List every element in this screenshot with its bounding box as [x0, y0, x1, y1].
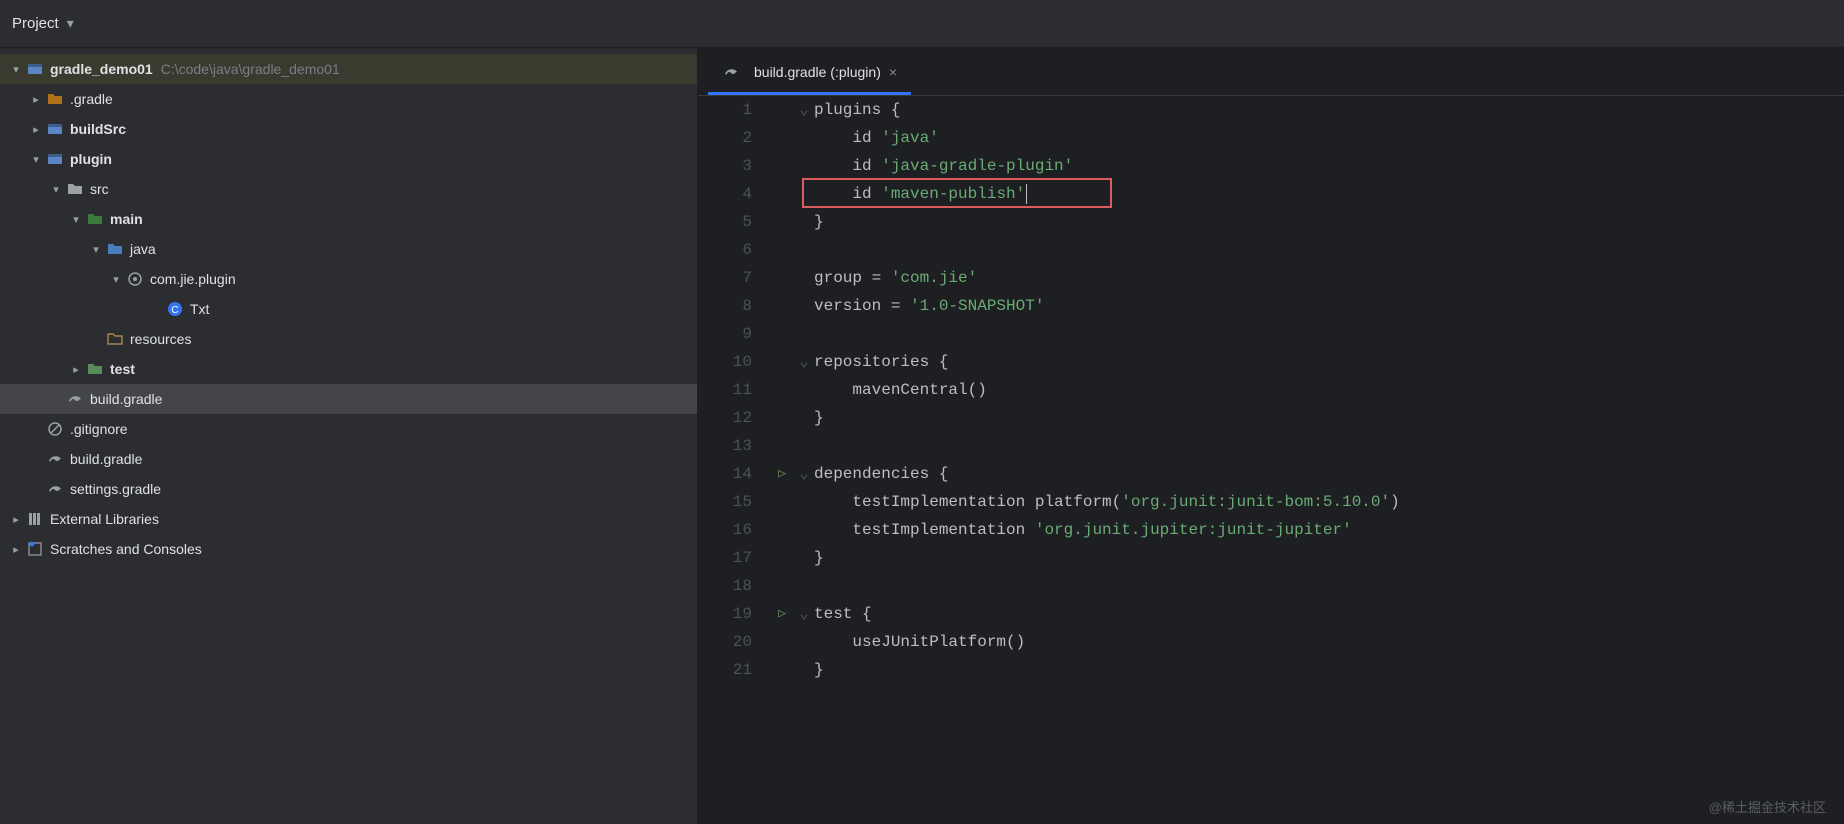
- tree-label: Scratches and Consoles: [50, 541, 202, 557]
- tab-label: build.gradle (:plugin): [754, 64, 881, 80]
- gradle-icon: [46, 480, 64, 498]
- code-editor[interactable]: 123456789101112131415161718192021 ▷▷ ⌄⌄⌄…: [698, 96, 1844, 824]
- package-icon: [126, 270, 144, 288]
- tree-label: main: [110, 211, 143, 227]
- module-icon: [26, 60, 44, 78]
- tree-item-java[interactable]: ▾ java: [0, 234, 697, 264]
- tree-label: com.jie.plugin: [150, 271, 236, 287]
- editor-pane: build.gradle (:plugin) × 123456789101112…: [698, 48, 1844, 824]
- tree-item-gradle-dir[interactable]: ▸ .gradle: [0, 84, 697, 114]
- editor-tab[interactable]: build.gradle (:plugin) ×: [708, 51, 911, 95]
- gitignore-icon: [46, 420, 64, 438]
- tree-item-package[interactable]: ▾ com.jie.plugin: [0, 264, 697, 294]
- code-content[interactable]: plugins { id 'java' id 'java-gradle-plug…: [810, 96, 1844, 824]
- chevron-right-icon[interactable]: ▸: [28, 123, 44, 136]
- tree-label: test: [110, 361, 135, 377]
- watermark: @稀土掘金技术社区: [1709, 797, 1826, 816]
- chevron-down-icon[interactable]: ▾: [108, 273, 124, 286]
- chevron-down-icon[interactable]: ▾: [48, 183, 64, 196]
- tree-root-path: C:\code\java\gradle_demo01: [161, 61, 340, 77]
- chevron-right-icon[interactable]: ▸: [8, 543, 24, 556]
- tree-item-main[interactable]: ▾ main: [0, 204, 697, 234]
- project-title-label: Project: [12, 15, 59, 32]
- chevron-right-icon[interactable]: ▸: [8, 513, 24, 526]
- library-icon: [26, 510, 44, 528]
- run-gutter[interactable]: ▷▷: [766, 96, 794, 824]
- tree-item-test[interactable]: ▸ test: [0, 354, 697, 384]
- tree-item-settings[interactable]: ▸ settings.gradle: [0, 474, 697, 504]
- tree-label: build.gradle: [90, 391, 162, 407]
- tree-label: Txt: [190, 301, 209, 317]
- folder-icon: [66, 180, 84, 198]
- editor-tab-bar: build.gradle (:plugin) ×: [698, 48, 1844, 96]
- tree-label: External Libraries: [50, 511, 159, 527]
- tree-item-root-build[interactable]: ▸ build.gradle: [0, 444, 697, 474]
- tree-label: src: [90, 181, 109, 197]
- tree-label: .gradle: [70, 91, 113, 107]
- resources-folder-icon: [106, 330, 124, 348]
- chevron-down-icon[interactable]: ▾: [68, 213, 84, 226]
- tree-item-src[interactable]: ▾ src: [0, 174, 697, 204]
- tree-item-class[interactable]: ▸ C Txt: [0, 294, 697, 324]
- tree-item-plugin[interactable]: ▾ plugin: [0, 144, 697, 174]
- tree-item-gitignore[interactable]: ▸ .gitignore: [0, 414, 697, 444]
- tree-label: settings.gradle: [70, 481, 161, 497]
- tree-label: buildSrc: [70, 121, 126, 137]
- tree-root[interactable]: ▾ gradle_demo01 C:\code\java\gradle_demo…: [0, 54, 697, 84]
- tree-label: resources: [130, 331, 191, 347]
- tree-label: build.gradle: [70, 451, 142, 467]
- tree-label: .gitignore: [70, 421, 128, 437]
- chevron-down-icon[interactable]: ▾: [28, 153, 44, 166]
- folder-icon: [46, 90, 64, 108]
- chevron-down-icon[interactable]: ▾: [88, 243, 104, 256]
- chevron-right-icon[interactable]: ▸: [68, 363, 84, 376]
- gradle-icon: [722, 63, 740, 81]
- chevron-down-icon[interactable]: ▾: [8, 63, 24, 76]
- tree-item-scratches[interactable]: ▸ Scratches and Consoles: [0, 534, 697, 564]
- line-number-gutter: 123456789101112131415161718192021: [698, 96, 766, 824]
- svg-text:C: C: [171, 305, 178, 316]
- tree-label: java: [130, 241, 156, 257]
- project-tree[interactable]: ▾ gradle_demo01 C:\code\java\gradle_demo…: [0, 48, 698, 824]
- gradle-icon: [46, 450, 64, 468]
- source-folder-icon: [106, 240, 124, 258]
- project-tool-title[interactable]: Project ▾: [0, 0, 1844, 48]
- chevron-down-icon: ▾: [67, 15, 74, 32]
- scratch-icon: [26, 540, 44, 558]
- tree-item-plugin-build[interactable]: ▸ build.gradle: [0, 384, 697, 414]
- module-icon: [46, 150, 64, 168]
- tree-item-resources[interactable]: ▸ resources: [0, 324, 697, 354]
- tree-label: plugin: [70, 151, 112, 167]
- module-icon: [46, 120, 64, 138]
- test-folder-icon: [86, 360, 104, 378]
- tree-item-buildsrc[interactable]: ▸ buildSrc: [0, 114, 697, 144]
- gradle-icon: [66, 390, 84, 408]
- tree-item-external-libs[interactable]: ▸ External Libraries: [0, 504, 697, 534]
- tree-label: gradle_demo01: [50, 61, 153, 77]
- chevron-right-icon[interactable]: ▸: [28, 93, 44, 106]
- source-folder-icon: [86, 210, 104, 228]
- class-icon: C: [166, 300, 184, 318]
- close-icon[interactable]: ×: [889, 64, 897, 80]
